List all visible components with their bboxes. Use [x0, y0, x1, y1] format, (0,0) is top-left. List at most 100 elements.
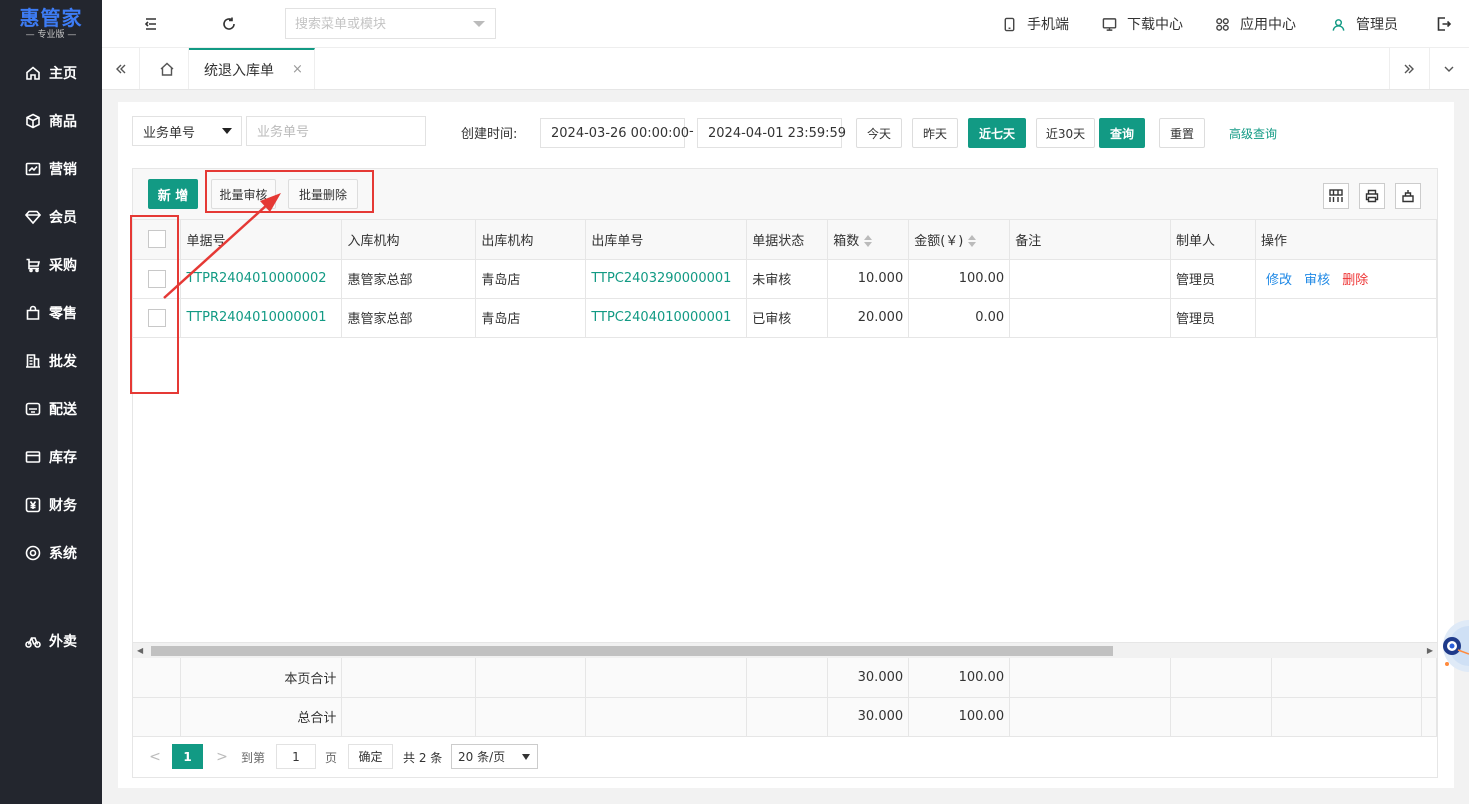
- sidebar-item-system[interactable]: 系统: [0, 533, 102, 573]
- remark-cell: [1009, 298, 1172, 338]
- order-no-field[interactable]: [246, 116, 426, 146]
- query-button[interactable]: 查询: [1099, 118, 1145, 148]
- menu-search-input[interactable]: [286, 9, 466, 38]
- close-icon[interactable]: ×: [292, 62, 303, 77]
- total-empty-cell: [1271, 658, 1422, 698]
- current-page-button[interactable]: 1: [172, 744, 203, 769]
- export-icon[interactable]: [1395, 183, 1421, 209]
- app-center-link[interactable]: 应用中心: [1215, 14, 1296, 34]
- last-7-days-button[interactable]: 近七天: [968, 118, 1026, 148]
- reset-button[interactable]: 重置: [1159, 118, 1205, 148]
- home-tab-icon[interactable]: [145, 48, 189, 89]
- tabs-menu-chevron-down-icon[interactable]: [1429, 48, 1467, 89]
- prev-page-icon[interactable]: <: [145, 745, 165, 769]
- row-select-cell: [133, 259, 182, 299]
- total-empty-cell: [133, 658, 182, 698]
- apps-icon: [1216, 17, 1229, 31]
- batch-delete-button[interactable]: 批量删除: [288, 179, 358, 209]
- sidebar-item-purchase[interactable]: 采购: [0, 245, 102, 285]
- assistant-robot-icon[interactable]: [1436, 604, 1469, 676]
- total-empty-cell: [1170, 658, 1272, 698]
- query-type-select[interactable]: 业务单号: [132, 116, 242, 146]
- out-no-link[interactable]: TTPC2403290000001: [585, 259, 748, 299]
- horizontal-scrollbar[interactable]: ◀ ▶: [133, 642, 1437, 658]
- row-checkbox[interactable]: [147, 269, 166, 288]
- sidebar-item-finance[interactable]: 财务: [0, 485, 102, 525]
- total-empty-cell: [133, 697, 182, 737]
- doc-no-link[interactable]: TTPR2404010000001: [180, 298, 343, 338]
- grid-toolbar: 新 增 批量审核 批量删除: [133, 169, 1437, 220]
- select-all-checkbox[interactable]: [147, 230, 166, 249]
- yesterday-button[interactable]: 昨天: [912, 118, 958, 148]
- refresh-icon[interactable]: [219, 14, 239, 34]
- today-button[interactable]: 今天: [856, 118, 902, 148]
- out-org-cell: 青岛店: [475, 298, 587, 338]
- goto-confirm-button[interactable]: 确定: [348, 744, 393, 769]
- col-amount-header[interactable]: 金额(￥): [908, 220, 1011, 260]
- sidebar-item-label: 配送: [49, 402, 77, 418]
- sidebar-item-wholesale[interactable]: 批发: [0, 341, 102, 381]
- total-empty-cell: [1271, 697, 1422, 737]
- totals-table: 本页合计 30.000 100.00 总合计 30.000 100.00: [133, 658, 1438, 737]
- row-checkbox[interactable]: [147, 308, 166, 327]
- scroll-left-arrow-icon[interactable]: ◀: [137, 646, 143, 655]
- columns-icon[interactable]: [1323, 183, 1349, 209]
- sidebar-item-delivery[interactable]: 配送: [0, 389, 102, 429]
- col-boxes-header[interactable]: 箱数: [827, 220, 910, 260]
- actions-cell: 修改 审核 删除: [1254, 259, 1438, 299]
- sidebar-item-takeout[interactable]: 外卖: [0, 621, 102, 661]
- total-empty-cell: [341, 658, 477, 698]
- audit-link[interactable]: 审核: [1304, 273, 1330, 288]
- goto-page-input[interactable]: 1: [276, 744, 316, 769]
- start-time-value: 2024-03-26 00:00:00: [551, 125, 690, 141]
- status-cell: 已审核: [746, 298, 829, 338]
- sidebar-item-marketing[interactable]: 营销: [0, 149, 102, 189]
- next-page-icon[interactable]: >: [212, 745, 232, 769]
- page-total-row: 本页合计 30.000 100.00: [133, 658, 1438, 698]
- edit-link[interactable]: 修改: [1266, 273, 1292, 288]
- start-time-field[interactable]: 2024-03-26 00:00:00: [540, 118, 689, 148]
- menu-search-box[interactable]: [285, 8, 496, 39]
- boxes-cell: 20.000: [827, 298, 910, 338]
- out-no-link[interactable]: TTPC2404010000001: [585, 298, 748, 338]
- menu-collapse-icon[interactable]: [141, 14, 161, 34]
- batch-audit-button[interactable]: 批量审核: [211, 179, 276, 209]
- delete-link[interactable]: 删除: [1342, 273, 1368, 288]
- end-time-field[interactable]: 2024-04-01 23:59:59: [697, 118, 846, 148]
- tab-return-inbound[interactable]: 统退入库单 ×: [189, 48, 315, 89]
- user-menu[interactable]: 管理员: [1331, 14, 1398, 34]
- page-total-amount: 100.00: [908, 658, 1011, 698]
- print-icon[interactable]: [1359, 183, 1385, 209]
- add-button[interactable]: 新 增: [148, 179, 198, 209]
- tabs-scroll-left-icon[interactable]: [102, 48, 140, 89]
- gear-icon: [24, 544, 42, 562]
- sidebar-item-goods[interactable]: 商品: [0, 101, 102, 141]
- query-type-value: 业务单号: [143, 125, 196, 141]
- sort-icon[interactable]: [864, 235, 873, 248]
- grand-total-boxes: 30.000: [827, 697, 910, 737]
- sidebar-item-home[interactable]: 主页: [0, 53, 102, 93]
- cart-icon: [24, 256, 42, 274]
- tabs-scroll-right-icon[interactable]: [1389, 48, 1427, 89]
- download-center-link[interactable]: 下载中心: [1102, 14, 1183, 34]
- bag-icon: [24, 304, 42, 322]
- last-30-days-button[interactable]: 近30天: [1036, 118, 1095, 148]
- sidebar-item-inventory[interactable]: 库存: [0, 437, 102, 477]
- total-empty-cell: [585, 658, 748, 698]
- sort-icon[interactable]: [968, 235, 977, 248]
- logout-icon[interactable]: [1434, 14, 1454, 34]
- doc-no-link[interactable]: TTPR2404010000002: [180, 259, 343, 299]
- sidebar-item-label: 商品: [49, 114, 77, 130]
- advanced-query-link[interactable]: 高级查询: [1229, 125, 1277, 142]
- page-total-boxes: 30.000: [827, 658, 910, 698]
- scroll-right-arrow-icon[interactable]: ▶: [1427, 646, 1433, 655]
- page-size-select[interactable]: 20 条/页: [451, 744, 538, 769]
- sidebar-item-retail[interactable]: 零售: [0, 293, 102, 333]
- date-separator: -: [689, 124, 694, 139]
- sidebar-item-member[interactable]: 会员: [0, 197, 102, 237]
- sidebar-item-label: 系统: [49, 546, 77, 562]
- scrollbar-thumb[interactable]: [151, 646, 1113, 656]
- app-logo[interactable]: 惠管家 — 专业版 —: [0, 0, 102, 48]
- mobile-link[interactable]: 手机端: [1002, 14, 1069, 34]
- order-no-input[interactable]: [247, 117, 425, 145]
